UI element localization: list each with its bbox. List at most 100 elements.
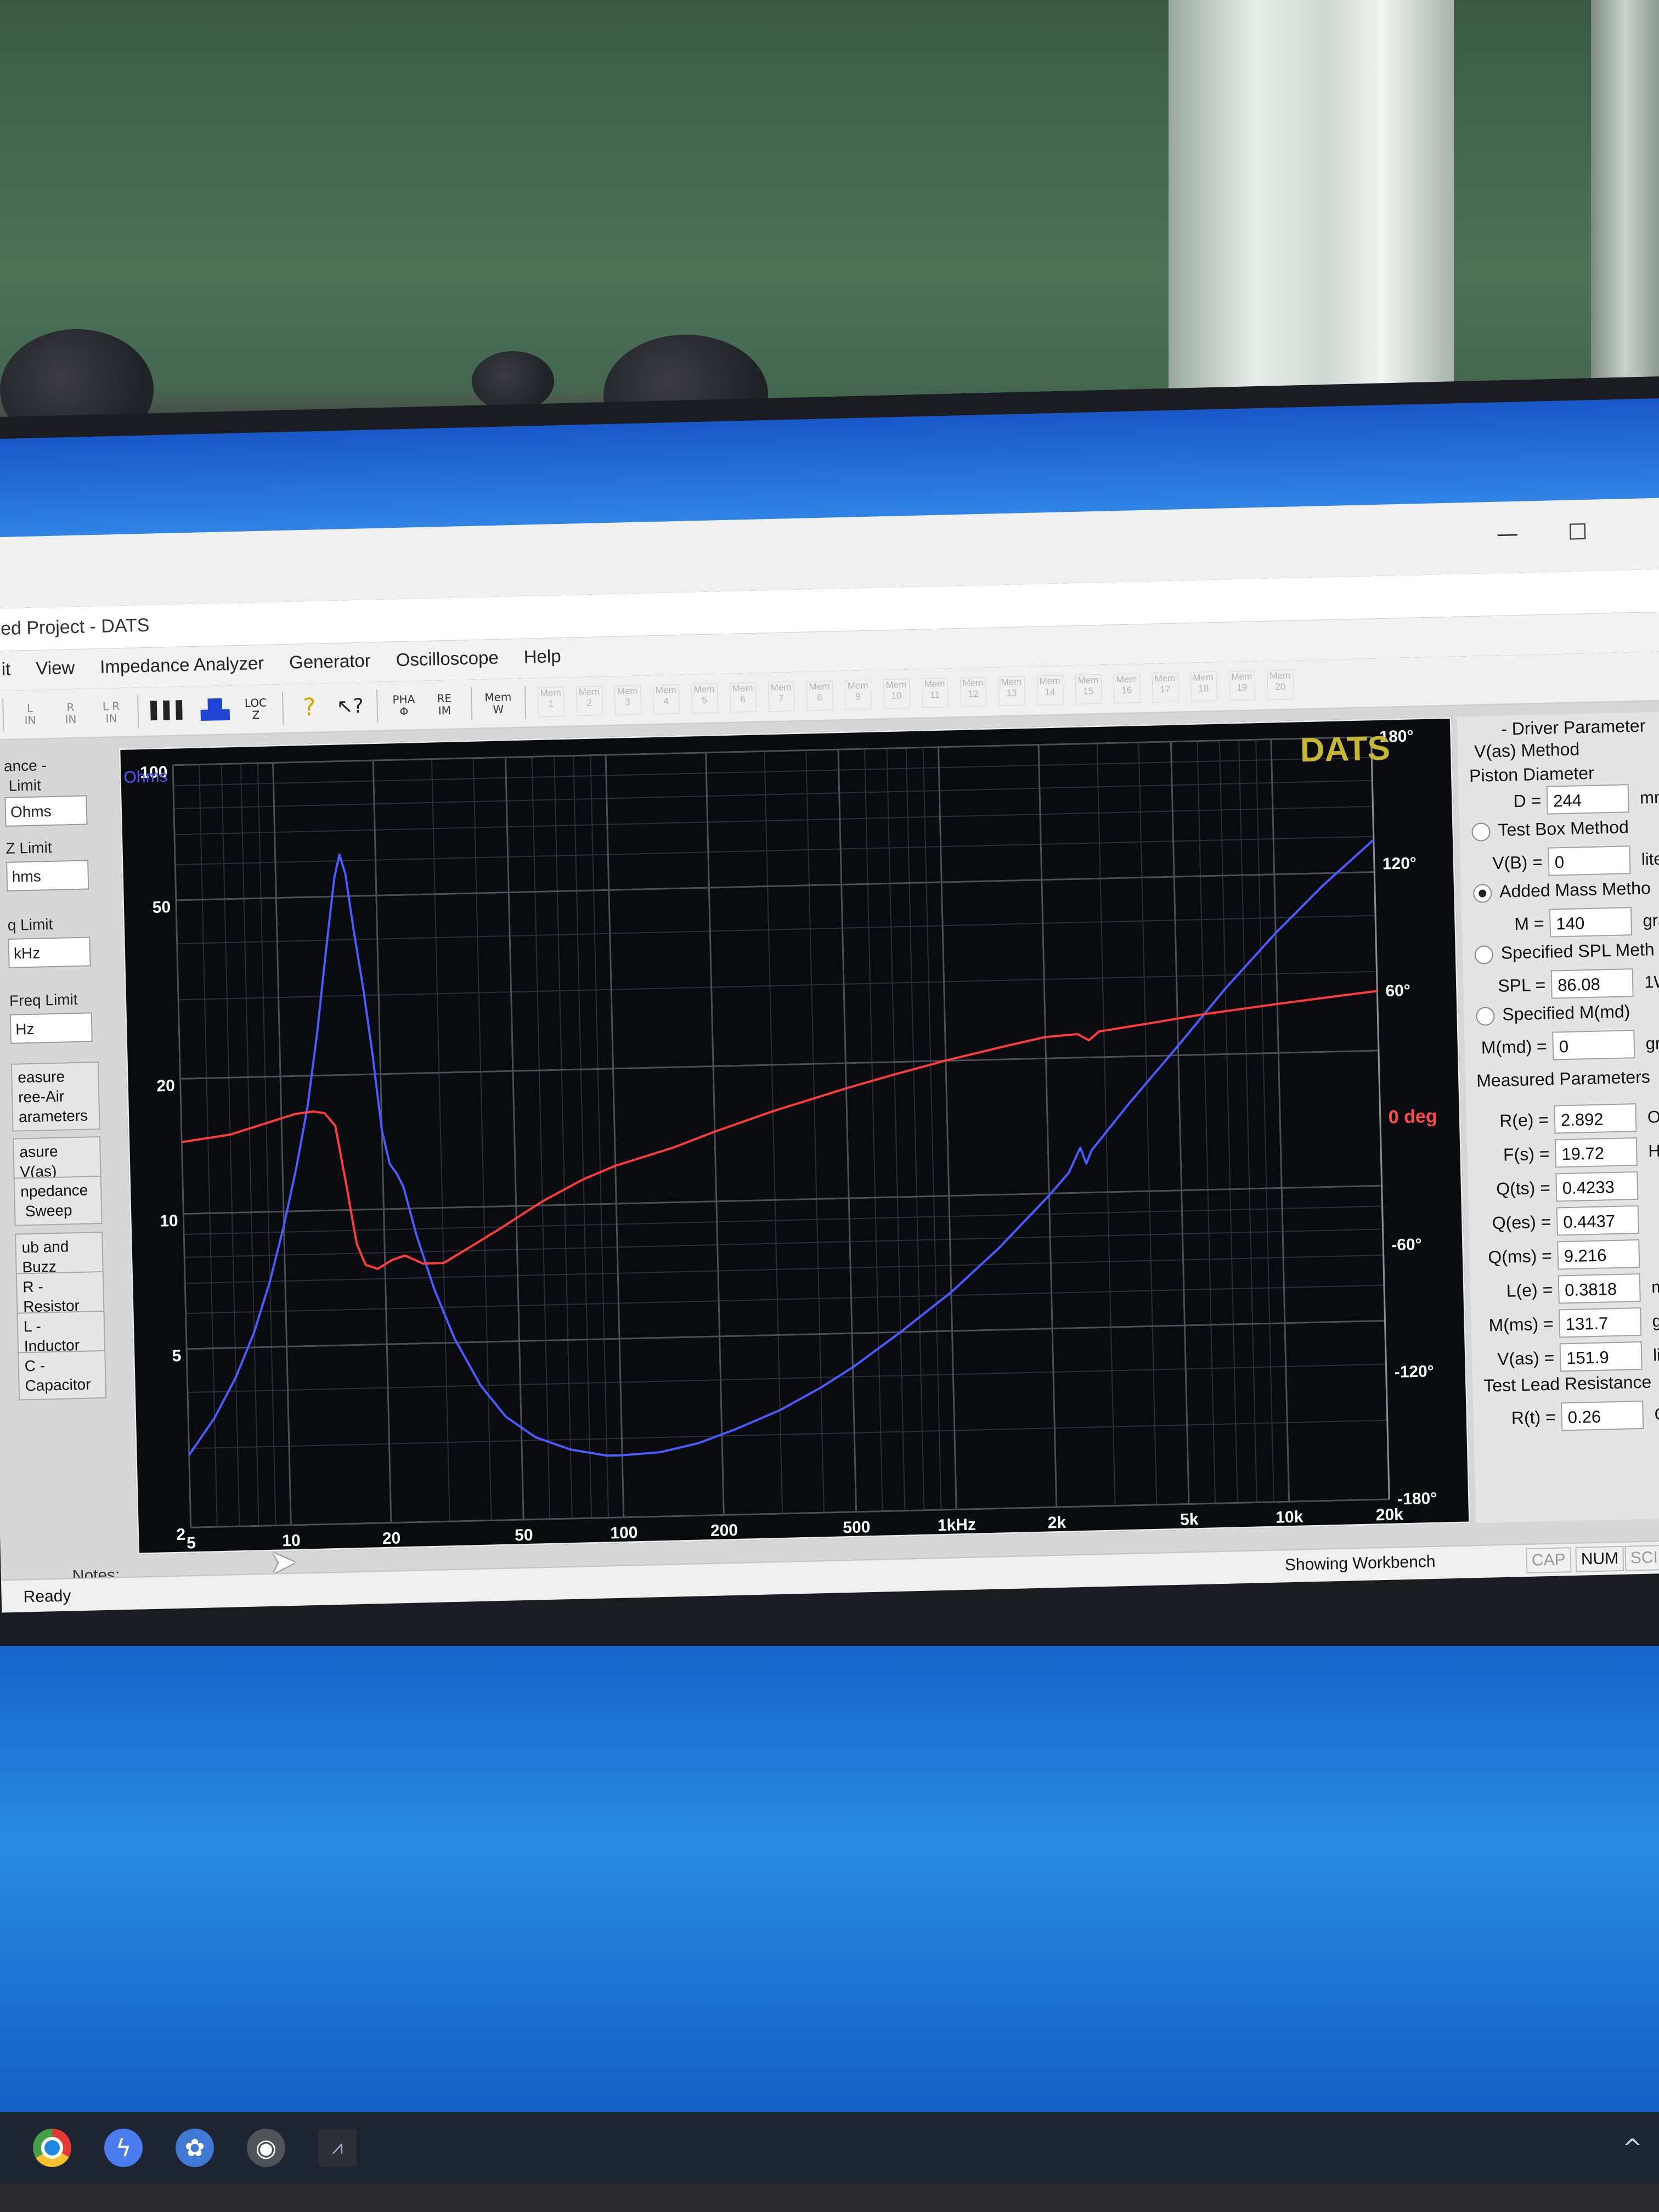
vas-method-title: V(as) Method <box>1474 739 1580 761</box>
memory-slot-button[interactable]: Mem 1 <box>537 686 565 718</box>
mmd-field[interactable]: 0 <box>1552 1030 1635 1060</box>
menu-generator[interactable]: Generator <box>289 650 371 684</box>
vb-unit: lite <box>1641 849 1659 869</box>
right-input-button[interactable]: R IN <box>56 696 85 730</box>
mem-write-button[interactable]: Mem W <box>483 686 512 720</box>
memory-slot-button[interactable]: Mem 8 <box>806 680 833 711</box>
memory-slot-number: 14 <box>1045 686 1056 698</box>
x-tick-label: 100 <box>610 1523 638 1542</box>
left-input-button[interactable]: L IN <box>15 697 44 731</box>
measured-param-value[interactable]: 0.3818 <box>1558 1273 1641 1304</box>
grid-line-minor <box>199 764 218 1527</box>
memory-slot-button[interactable]: Mem 18 <box>1190 671 1217 702</box>
memory-slot-button[interactable]: Mem 20 <box>1267 669 1294 700</box>
grid-line-major <box>605 755 625 1517</box>
phase-curve <box>181 990 1378 1270</box>
measured-param-value[interactable]: 131.7 <box>1559 1307 1642 1338</box>
impedance-plot: 5 10 20 50 100 200 500 1kHz 2k 5k 10k 20k1005020105… <box>123 727 1437 1552</box>
memory-slot-button[interactable]: Mem 9 <box>844 679 872 710</box>
chevron-up-icon[interactable]: ^ <box>1622 2134 1643 2162</box>
settings-icon[interactable]: ✿ <box>176 2129 214 2167</box>
measured-param-value[interactable]: 2.892 <box>1554 1103 1637 1134</box>
driver-parameters-title: - Driver Parameter <box>1500 715 1646 739</box>
phase-button[interactable]: PHA Φ <box>389 689 418 722</box>
max-freq-field[interactable]: kHz <box>8 936 91 968</box>
grid-bars-icon[interactable]: ▌▌▌ <box>150 694 189 728</box>
added-mass-field[interactable]: 140 <box>1549 907 1633 938</box>
capacitor-button[interactable]: C - Capacitor <box>18 1350 107 1401</box>
measured-param-unit: liter <box>1652 1345 1659 1365</box>
memory-slot-button[interactable]: Mem 2 <box>575 686 603 716</box>
menu-impedance-analyzer[interactable]: Impedance Analyzer <box>100 653 264 689</box>
menu-oscilloscope[interactable]: Oscilloscope <box>396 647 499 681</box>
camera-icon[interactable]: ◉ <box>247 2129 285 2167</box>
memory-slot-button[interactable]: Mem 14 <box>1036 675 1064 706</box>
min-freq-field[interactable]: Hz <box>9 1012 93 1044</box>
memory-slot-button[interactable]: Mem 7 <box>768 681 795 712</box>
stereo-input-button[interactable]: L R IN <box>97 696 126 729</box>
memory-slot-number: 3 <box>625 697 631 708</box>
maximize-button[interactable]: ☐ <box>1567 520 1588 545</box>
memory-slot-button[interactable]: Mem 3 <box>614 685 641 715</box>
spl-field[interactable]: 86.08 <box>1550 968 1634 999</box>
impedance-chart[interactable]: 5 10 20 50 100 200 500 1kHz 2k 5k 10k 20k 100 50 20 10 5… <box>119 716 1471 1555</box>
memory-slot-button[interactable]: Mem 16 <box>1113 673 1141 704</box>
measured-param-value[interactable]: 0.4233 <box>1555 1171 1639 1202</box>
memory-slot-label: Mem <box>578 686 600 698</box>
measured-param-value[interactable]: 9.216 <box>1557 1239 1640 1270</box>
specified-spl-method-radio[interactable] <box>1474 945 1494 964</box>
memory-slot-number: 2 <box>586 697 592 708</box>
grid-line-minor <box>764 751 783 1514</box>
memory-slot-button[interactable]: Mem 17 <box>1152 672 1179 703</box>
menu-edit[interactable]: it <box>1 659 11 691</box>
memory-slot-button[interactable]: Mem 12 <box>960 676 987 707</box>
loc-z-button[interactable]: LOC Z <box>241 692 270 726</box>
measured-param-unit: Ohr <box>1647 1107 1659 1127</box>
help-icon[interactable]: ? <box>295 691 324 724</box>
memory-slot-button[interactable]: Mem 10 <box>883 679 910 709</box>
measured-param-value[interactable]: 19.72 <box>1554 1137 1638 1168</box>
re-im-button[interactable]: RE IM <box>430 687 459 721</box>
y-right-tick-label: -120° <box>1394 1362 1434 1381</box>
memory-slot-button[interactable]: Mem 15 <box>1075 674 1102 704</box>
added-mass-method-radio[interactable] <box>1472 884 1492 903</box>
memory-slot-number: 19 <box>1237 682 1248 693</box>
test-box-method-radio[interactable] <box>1471 822 1491 842</box>
measured-param-value[interactable]: 0.4437 <box>1556 1205 1639 1236</box>
whats-this-icon[interactable]: ↖? <box>335 690 364 723</box>
memory-slot-label: Mem <box>617 685 638 697</box>
memory-slot-button[interactable]: Mem 11 <box>921 678 949 708</box>
piston-diameter-field[interactable]: 244 <box>1546 784 1629 815</box>
histogram-icon[interactable]: ▟▙ <box>200 693 230 726</box>
z-limit-field[interactable]: Ohms <box>4 795 88 827</box>
memory-slot-label: Mem <box>809 681 830 692</box>
memory-slot-number: 13 <box>1006 687 1017 698</box>
memory-slot-number: 17 <box>1160 684 1171 695</box>
grid-line-major <box>176 871 1375 901</box>
vb-field[interactable]: 0 <box>1548 845 1631 876</box>
minimize-button[interactable]: — <box>1496 521 1519 547</box>
memory-slot-button[interactable]: Mem 5 <box>691 683 718 714</box>
min-z-field[interactable]: hms <box>6 860 89 891</box>
measured-param-value[interactable]: 151.9 <box>1559 1341 1643 1372</box>
test-lead-resistance-field[interactable]: 0.26 <box>1561 1400 1644 1431</box>
measure-free-air-button[interactable]: easure ree-Air arameters <box>10 1062 100 1132</box>
messenger-icon[interactable]: ϟ <box>104 2129 143 2167</box>
dats-app-icon[interactable]: ⩘ <box>318 2129 357 2167</box>
memory-slot-label: Mem <box>1269 670 1291 681</box>
y-left-tick-label: 20 <box>156 1077 175 1096</box>
memory-slot-number: 9 <box>855 691 861 702</box>
grid-line-minor <box>1255 740 1274 1502</box>
memory-slot-button[interactable]: Mem 4 <box>652 684 680 715</box>
memory-slot-button[interactable]: Mem 13 <box>998 676 1025 707</box>
measured-param-label: Q(ts) = <box>1496 1177 1551 1199</box>
memory-slot-button[interactable]: Mem 6 <box>729 682 757 713</box>
specified-mmd-method-radio[interactable] <box>1476 1007 1495 1026</box>
menu-view[interactable]: View <box>36 657 75 690</box>
memory-slot-button[interactable]: Mem 19 <box>1228 670 1256 701</box>
menu-help[interactable]: Help <box>523 646 561 679</box>
impedance-sweep-button[interactable]: npedance Sweep <box>13 1175 103 1226</box>
grid-line-minor <box>1138 742 1158 1505</box>
chrome-icon[interactable] <box>33 2129 71 2167</box>
x-tick-label: 2k <box>1047 1514 1066 1532</box>
